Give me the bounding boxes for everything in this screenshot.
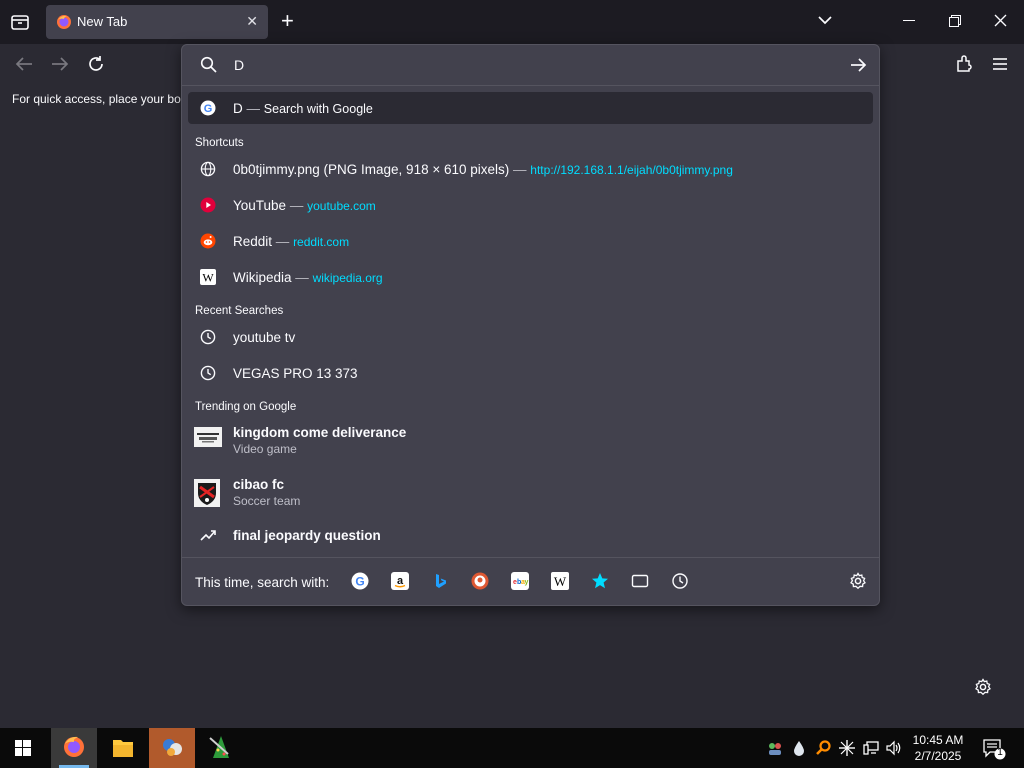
- result-shortcut[interactable]: 0b0tjimmy.png (PNG Image, 918 × 610 pixe…: [188, 153, 873, 185]
- duckduckgo-icon[interactable]: [471, 572, 491, 592]
- result-trending[interactable]: final jeopardy question: [188, 519, 873, 551]
- tray-network-people-icon[interactable]: [766, 739, 784, 757]
- reddit-icon: [200, 233, 216, 249]
- group-label-recent-searches: Recent Searches: [195, 305, 284, 317]
- clock-time: 10:45 AM: [912, 733, 964, 747]
- tab-list-icon[interactable]: [10, 12, 30, 32]
- result-separator: —: [246, 101, 261, 116]
- tab-new-tab[interactable]: New Tab ✕: [46, 5, 268, 39]
- tray-droplet-icon[interactable]: [791, 739, 807, 757]
- soccer-crest-icon: [194, 479, 222, 507]
- menu-icon[interactable]: [992, 57, 1008, 71]
- windows-taskbar: 10:45 AM 2/7/2025 1: [0, 728, 1024, 768]
- action-center-icon[interactable]: 1: [982, 738, 1006, 760]
- clock-date: 2/7/2025: [914, 749, 962, 763]
- google-icon: G: [200, 100, 216, 116]
- group-label-trending: Trending on Google: [195, 401, 297, 413]
- result-url: wikipedia.org: [312, 271, 383, 285]
- urlbar-value[interactable]: D: [234, 57, 244, 73]
- amazon-icon[interactable]: a: [391, 572, 411, 592]
- history-icon: [200, 329, 216, 345]
- extensions-icon[interactable]: [955, 55, 973, 73]
- history-icon: [200, 365, 216, 381]
- close-window-icon[interactable]: [994, 14, 1007, 27]
- list-all-tabs-chevron-icon[interactable]: [817, 14, 833, 26]
- one-offs-label: This time, search with:: [195, 575, 330, 590]
- firefox-icon: [56, 14, 72, 30]
- result-title: youtube tv: [233, 330, 296, 345]
- tray-sparkle-icon[interactable]: [838, 739, 856, 757]
- result-title: VEGAS PRO 13 373: [233, 366, 358, 381]
- trending-title: cibao fc: [233, 477, 285, 492]
- globe-icon: [200, 161, 216, 177]
- trending-arrow-icon: [200, 527, 216, 543]
- taskbar-file-explorer-icon[interactable]: [100, 728, 146, 768]
- tray-search-app-icon[interactable]: [815, 739, 833, 757]
- result-shortcut[interactable]: YouTube — youtube.com: [188, 189, 873, 221]
- search-one-offs: This time, search with: G a ebay W: [182, 557, 879, 606]
- svg-text:G: G: [355, 575, 364, 589]
- urlbar-view: D G D — Search with Google Shortcuts 0b0…: [181, 44, 880, 606]
- svg-text:y: y: [525, 579, 529, 586]
- go-arrow-icon[interactable]: [850, 57, 867, 73]
- taskbar-firefox-icon[interactable]: [51, 728, 97, 768]
- wikipedia-icon: W: [200, 269, 216, 285]
- game-thumbnail-icon: [194, 427, 222, 447]
- windows-start-icon[interactable]: [0, 728, 46, 768]
- search-icon: [200, 56, 217, 73]
- tray-volume-icon[interactable]: [885, 739, 903, 757]
- result-trending[interactable]: kingdom come deliverance Video game: [188, 419, 873, 467]
- tray-network-icon[interactable]: [862, 739, 880, 757]
- svg-text:G: G: [204, 103, 213, 115]
- taskbar-app-icon[interactable]: [149, 728, 195, 768]
- trending-subtitle: Soccer team: [233, 494, 301, 508]
- result-title: Wikipedia: [233, 270, 292, 285]
- back-icon[interactable]: [15, 56, 33, 72]
- notification-count: 1: [997, 747, 1003, 758]
- result-query: D: [233, 101, 243, 116]
- history-icon[interactable]: [671, 572, 691, 592]
- newtab-settings-gear-icon[interactable]: [974, 678, 992, 696]
- result-title: 0b0tjimmy.png (PNG Image, 918 × 610 pixe…: [233, 162, 510, 177]
- bing-icon[interactable]: [431, 572, 451, 592]
- youtube-icon: [200, 197, 216, 213]
- trending-title: kingdom come deliverance: [233, 425, 407, 440]
- bookmarks-empty-hint: For quick access, place your boo: [12, 92, 188, 106]
- search-settings-gear-icon[interactable]: [849, 572, 869, 592]
- group-label-shortcuts: Shortcuts: [195, 137, 244, 149]
- trending-title: final jeopardy question: [233, 528, 381, 543]
- result-recent-search[interactable]: youtube tv: [188, 321, 873, 353]
- result-url: reddit.com: [293, 235, 350, 249]
- result-title: Reddit: [233, 234, 273, 249]
- svg-text:W: W: [554, 574, 567, 589]
- result-shortcut[interactable]: Reddit — reddit.com: [188, 225, 873, 257]
- svg-text:a: a: [397, 575, 404, 587]
- result-url: http://192.168.1.1/eijah/0b0tjimmy.png: [530, 163, 733, 177]
- svg-text:W: W: [202, 271, 214, 285]
- minimize-icon[interactable]: [903, 20, 915, 21]
- result-shortcut[interactable]: W Wikipedia — wikipedia.org: [188, 261, 873, 293]
- result-title: YouTube: [233, 198, 287, 213]
- reload-icon[interactable]: [87, 55, 105, 73]
- urlbar-input[interactable]: D: [182, 45, 879, 86]
- result-action: Search with Google: [263, 102, 373, 116]
- restore-icon[interactable]: [949, 15, 961, 27]
- tab-close-icon[interactable]: ✕: [246, 13, 258, 30]
- result-search-google[interactable]: G D — Search with Google: [188, 92, 873, 124]
- taskbar-clock[interactable]: 10:45 AM 2/7/2025: [906, 732, 970, 764]
- forward-icon[interactable]: [51, 56, 69, 72]
- new-tab-icon[interactable]: +: [281, 10, 294, 32]
- bookmarks-star-icon[interactable]: [591, 572, 611, 592]
- tabs-icon[interactable]: [631, 572, 651, 592]
- result-url: youtube.com: [307, 199, 376, 213]
- wikipedia-icon[interactable]: W: [551, 572, 571, 592]
- taskbar-tree-app-icon[interactable]: [198, 728, 244, 768]
- ebay-icon[interactable]: ebay: [511, 572, 531, 592]
- trending-subtitle: Video game: [233, 442, 297, 456]
- google-icon[interactable]: G: [351, 572, 371, 592]
- result-trending[interactable]: cibao fc Soccer team: [188, 471, 873, 519]
- result-recent-search[interactable]: VEGAS PRO 13 373: [188, 357, 873, 389]
- tab-strip: New Tab ✕ +: [0, 0, 1024, 44]
- tab-title: New Tab: [77, 14, 128, 29]
